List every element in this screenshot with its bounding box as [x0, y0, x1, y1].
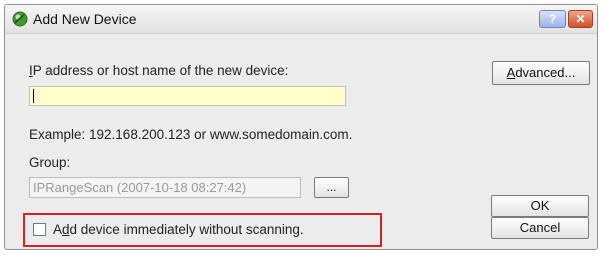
text-caret — [33, 89, 34, 103]
group-input — [29, 177, 301, 198]
help-button[interactable]: ? — [539, 10, 566, 28]
cancel-button[interactable]: Cancel — [491, 217, 589, 239]
advanced-button[interactable]: Advanced... — [492, 61, 590, 85]
close-button[interactable]: ✕ — [568, 10, 593, 28]
example-text: Example: 192.168.200.123 or www.somedoma… — [29, 127, 353, 142]
browse-group-button[interactable]: ... — [314, 177, 349, 198]
add-without-scanning-checkbox[interactable] — [33, 223, 46, 236]
dialog-content: IP address or host name of the new devic… — [5, 33, 597, 249]
close-icon: ✕ — [575, 12, 586, 26]
add-device-dialog: Add New Device ? ✕ IP address or host na… — [4, 4, 598, 250]
ip-address-input[interactable] — [29, 86, 346, 106]
advanced-label: dvanced... — [515, 65, 576, 80]
window-title: Add New Device — [33, 11, 137, 27]
add-without-scanning-label[interactable]: Add device immediately without scanning. — [53, 222, 304, 237]
group-label: Group: — [29, 155, 71, 170]
ok-button[interactable]: OK — [491, 195, 589, 217]
ip-label-text: P address or host name of the new device… — [32, 63, 289, 78]
app-icon — [12, 11, 28, 27]
checkbox-label-mnemonic: d — [62, 222, 70, 237]
title-bar: Add New Device ? ✕ — [5, 5, 597, 34]
ip-address-label: IP address or host name of the new devic… — [29, 63, 288, 78]
checkbox-label-start: A — [53, 222, 63, 237]
checkbox-label-rest: d device immediately without scanning. — [69, 222, 304, 237]
